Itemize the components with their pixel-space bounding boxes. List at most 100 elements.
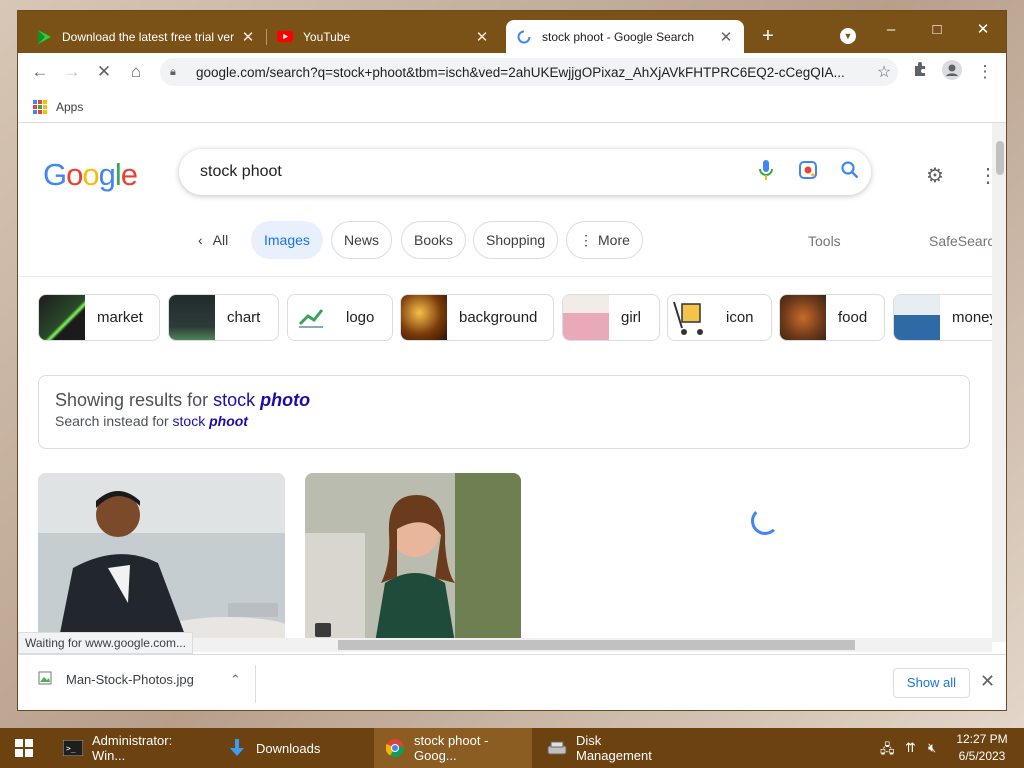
close-tab-icon[interactable]: ✕ [718,28,734,46]
related-label: chart [227,309,261,326]
microphone-icon[interactable] [745,159,787,185]
bookmark-star-icon[interactable]: ☆ [870,62,898,82]
taskbar-disk-management[interactable]: Disk Management [536,728,686,768]
close-download-shelf-icon[interactable]: ✕ [980,671,995,692]
related-chip-girl[interactable]: girl [562,294,660,341]
taskbar-label: Downloads [256,740,321,756]
related-chip-logo[interactable]: logo [287,294,393,341]
image-result-woman-smiling[interactable] [305,473,521,642]
spelling-correction-box: Showing results for stock photo Search i… [38,375,970,449]
more-dots-icon: ⋮ [579,231,593,248]
original-query-link[interactable]: stock phoot [173,413,248,429]
show-all-button[interactable]: Show all [893,668,970,698]
clock-time: 12:27 PM [956,732,1008,746]
filter-all[interactable]: ‹ All [186,221,241,259]
volume-muted-icon[interactable]: 🔇︎ [928,740,936,756]
new-tab-icon[interactable]: + [756,25,780,47]
related-label: girl [621,309,642,326]
related-chip-money[interactable]: money [893,294,992,341]
back-arrow-icon[interactable]: ← [28,60,52,84]
status-bubble: Waiting for www.google.com... [18,632,193,654]
money-thumbnail [894,295,940,340]
profile-avatar-icon[interactable] [940,60,964,84]
filter-news[interactable]: News [331,221,393,259]
forward-arrow-icon[interactable]: → [60,60,84,84]
google-lens-icon[interactable] [787,160,829,185]
download-shelf: Man-Stock-Photos.jpg ⌃ Show all ✕ [18,654,1006,710]
filter-images[interactable]: Images [251,221,323,259]
settings-gear-icon[interactable]: ⚙ [926,163,944,188]
chrome-icon [384,739,406,757]
filter-books[interactable]: Books [401,221,466,259]
search-input[interactable]: stock phoot [200,163,745,181]
logo-thumbnail [288,295,334,340]
minimize-icon[interactable]: – [868,17,914,43]
youtube-icon [277,29,293,45]
url-text[interactable]: google.com/search?q=stock+phoot&tbm=isch… [196,65,870,80]
safesearch-button[interactable]: SafeSearch [929,233,992,249]
taskbar-chrome[interactable]: stock phoot - Goog... [374,728,532,768]
related-label: logo [346,309,375,326]
chart-thumbnail [169,295,215,340]
showing-results-line: Showing results for stock photo [55,390,953,411]
filter-more[interactable]: ⋮ More [566,221,643,259]
corrected-query-link[interactable]: stock photo [213,390,310,410]
extensions-icon[interactable] [908,60,932,84]
search-instead-line: Search instead for stock phoot [55,413,953,429]
maximize-icon[interactable]: □ [914,17,960,43]
windows-start-icon[interactable] [4,728,44,768]
tab-download-trial[interactable]: Download the latest free trial ver ✕ [26,20,266,53]
vertical-scrollbar[interactable] [992,123,1006,642]
search-box[interactable]: stock phoot [179,149,871,195]
menu-kebab-icon[interactable]: ⋮ [973,60,997,84]
close-window-icon[interactable]: ✕ [960,17,1006,43]
search-icon[interactable] [829,160,871,184]
taskbar-label: Administrator: Win... [92,733,173,763]
related-chip-chart[interactable]: chart [168,294,279,341]
svg-text:>_: >_ [66,744,76,753]
related-chip-food[interactable]: food [779,294,885,341]
vertical-scroll-thumb[interactable] [996,141,1004,175]
tab-youtube[interactable]: YouTube ✕ [267,20,500,53]
green-play-icon [36,29,52,45]
logo-letter: e [120,157,138,192]
download-item[interactable]: Man-Stock-Photos.jpg ⌃ [38,671,241,688]
image-result-man-suit[interactable] [38,473,285,642]
network-icon[interactable]: 🖧︎ [880,740,895,762]
close-tab-icon[interactable]: ✕ [474,28,490,46]
address-bar[interactable]: 🔒︎ google.com/search?q=stock+phoot&tbm=i… [160,58,898,86]
related-chip-market[interactable]: market [38,294,160,341]
home-icon[interactable]: ⌂ [124,60,148,84]
browser-toolbar: ← → ✕ ⌂ 🔒︎ google.com/search?q=stock+pho… [18,53,1006,91]
taskbar-label: stock phoot - Goog... [414,733,489,763]
related-chip-background[interactable]: background [400,294,554,341]
horizontal-scroll-thumb[interactable] [338,640,855,650]
taskbar-downloads[interactable]: Downloads [216,728,366,768]
tray-app-icon[interactable]: ⇈ [905,740,916,756]
tab-google-search[interactable]: stock phoot - Google Search ✕ [506,20,744,53]
taskbar-label: Disk Management [576,733,652,763]
tab-search-icon[interactable]: ▼ [840,28,856,44]
instead-prefix: Search instead for [55,413,169,429]
stop-loading-icon[interactable]: ✕ [92,60,116,84]
google-apps-icon[interactable]: ⋮⋮ [978,163,992,188]
filter-all-label: All [212,232,229,248]
filter-shopping[interactable]: Shopping [473,221,559,259]
close-tab-icon[interactable]: ✕ [240,28,256,46]
disk-icon [546,739,568,757]
system-clock[interactable]: 12:27 PM 6/5/2023 [952,731,1012,765]
apps-bookmark[interactable]: Apps [56,100,83,114]
food-thumbnail [780,295,826,340]
apps-grid-icon[interactable] [33,99,47,114]
filter-more-label: More [598,232,630,248]
corrected-emphasis: photo [260,390,311,410]
corrected-plain: stock [213,390,256,410]
chevron-up-icon[interactable]: ⌃ [230,672,241,688]
related-chip-icon[interactable]: icon [667,294,772,341]
logo-letter: o [66,157,83,192]
taskbar-terminal[interactable]: >_ Administrator: Win... [52,728,212,768]
market-thumbnail [39,295,85,340]
logo-letter: G [43,157,67,192]
tools-button[interactable]: Tools [808,233,841,249]
google-logo[interactable]: Google [43,157,138,193]
